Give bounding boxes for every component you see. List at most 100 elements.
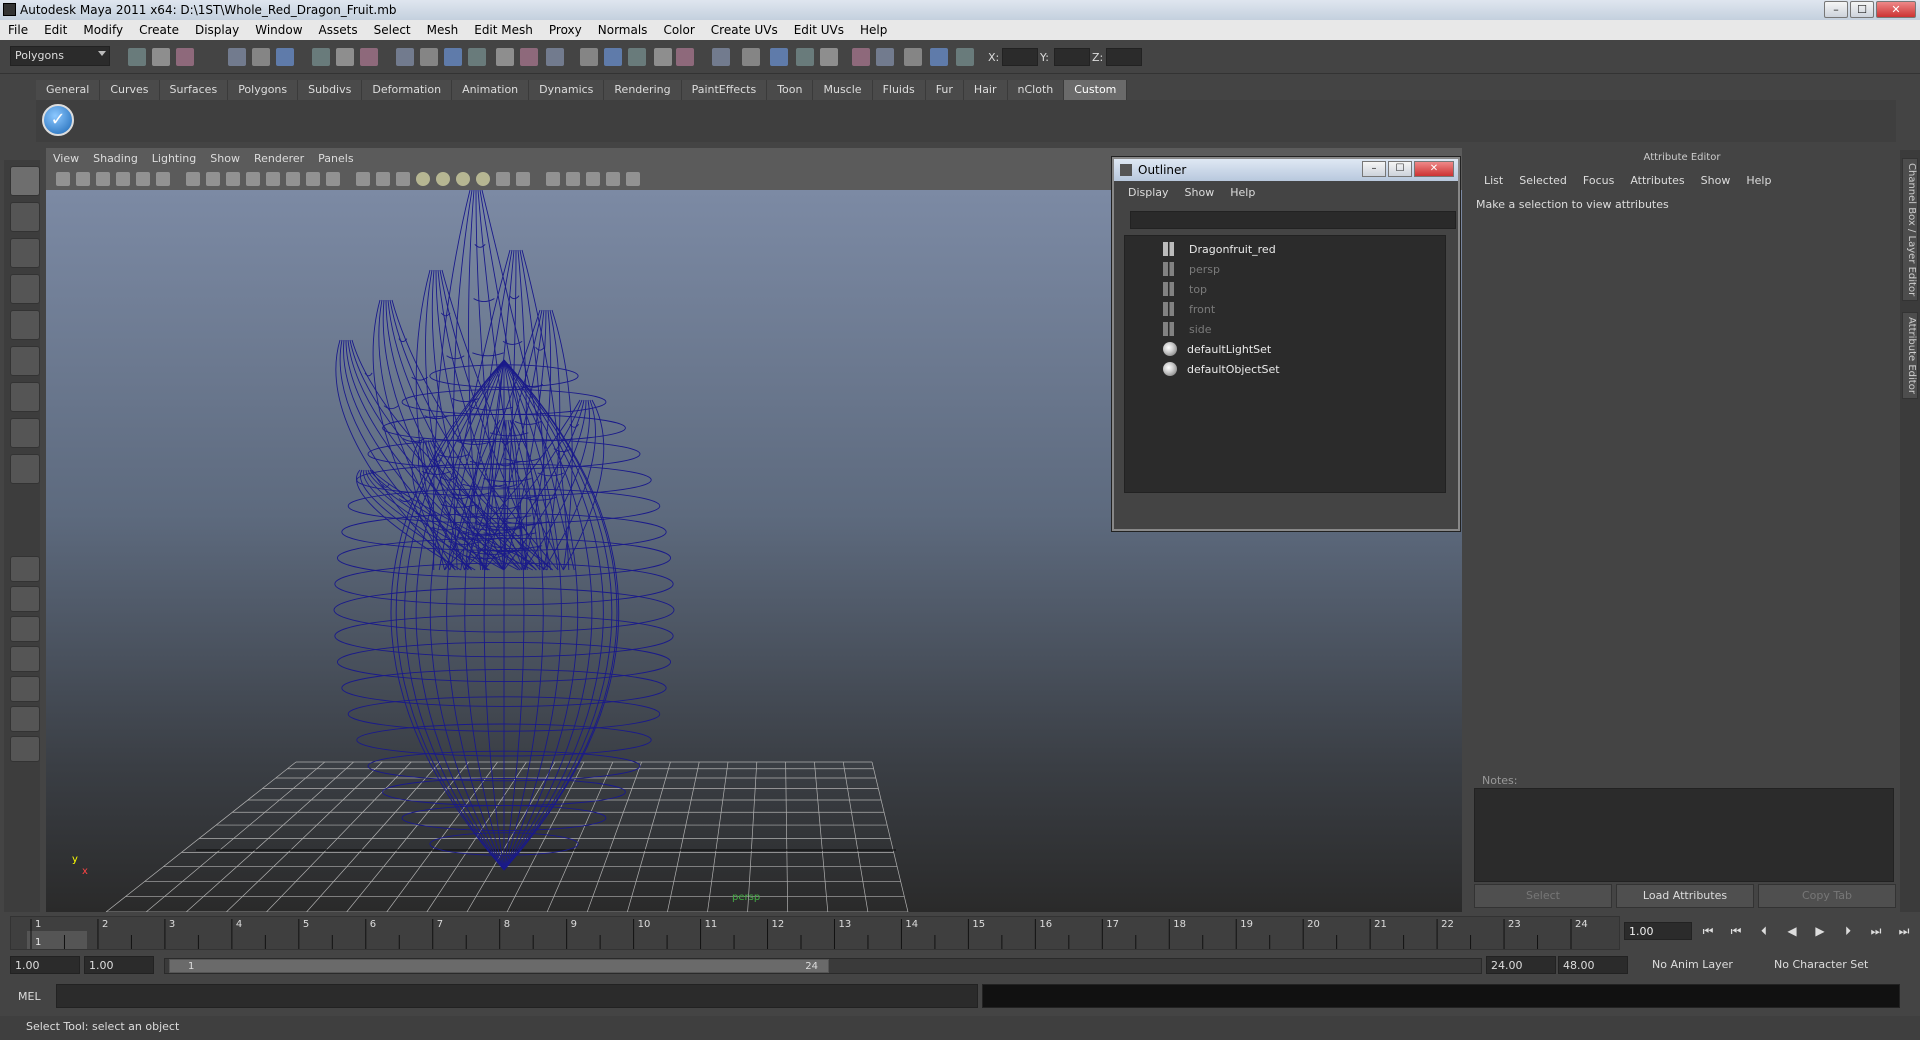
viewport-toolbar-icon[interactable] bbox=[266, 172, 280, 186]
viewport-toolbar-icon[interactable] bbox=[246, 172, 260, 186]
menu-file[interactable]: File bbox=[0, 23, 36, 37]
shelf-tab-fluids[interactable]: Fluids bbox=[872, 80, 926, 100]
last-tool-icon[interactable] bbox=[10, 454, 40, 484]
select-tool-icon[interactable] bbox=[10, 166, 40, 196]
menu-mesh[interactable]: Mesh bbox=[419, 23, 467, 37]
viewport-menu-lighting[interactable]: Lighting bbox=[145, 150, 203, 168]
attribute-editor-menu-focus[interactable]: Focus bbox=[1575, 174, 1622, 187]
status-tool-icon[interactable] bbox=[604, 48, 622, 66]
playback-end-field[interactable]: 24.00 bbox=[1486, 956, 1556, 974]
viewport-menu-view[interactable]: View bbox=[46, 150, 86, 168]
z-field[interactable] bbox=[1106, 48, 1142, 66]
menu-create-uvs[interactable]: Create UVs bbox=[703, 23, 786, 37]
status-tool-icon[interactable] bbox=[628, 48, 646, 66]
rotate-tool-icon[interactable] bbox=[10, 346, 40, 376]
outliner-maximize-button[interactable]: ☐ bbox=[1388, 161, 1412, 177]
status-tool-icon[interactable] bbox=[546, 48, 564, 66]
outliner-menu-show[interactable]: Show bbox=[1177, 186, 1223, 201]
outliner-item[interactable]: top bbox=[1163, 280, 1207, 298]
mel-label[interactable]: MEL bbox=[18, 990, 41, 1003]
go-to-end-icon[interactable]: ⏭ bbox=[1892, 924, 1916, 942]
viewport-toolbar-icon[interactable] bbox=[476, 172, 490, 186]
viewport-toolbar-icon[interactable] bbox=[606, 172, 620, 186]
copy-tab-button[interactable]: Copy Tab bbox=[1758, 884, 1896, 908]
status-tool-icon[interactable] bbox=[520, 48, 538, 66]
viewport-toolbar-icon[interactable] bbox=[206, 172, 220, 186]
select-button[interactable]: Select bbox=[1474, 884, 1612, 908]
hypershade-layout-icon[interactable] bbox=[10, 676, 40, 702]
status-tool-icon[interactable] bbox=[468, 48, 486, 66]
shelf-tab-dynamics[interactable]: Dynamics bbox=[529, 80, 605, 100]
viewport-toolbar-icon[interactable] bbox=[286, 172, 300, 186]
attribute-editor-menu-show[interactable]: Show bbox=[1693, 174, 1739, 187]
status-tool-icon[interactable] bbox=[580, 48, 598, 66]
attribute-editor-menu-attributes[interactable]: Attributes bbox=[1622, 174, 1692, 187]
move-tool-icon[interactable] bbox=[10, 310, 40, 340]
lasso-tool-icon[interactable] bbox=[10, 202, 40, 232]
viewport-toolbar-icon[interactable] bbox=[186, 172, 200, 186]
viewport-toolbar-icon[interactable] bbox=[356, 172, 370, 186]
status-tool-icon[interactable] bbox=[796, 48, 814, 66]
menu-assets[interactable]: Assets bbox=[311, 23, 366, 37]
current-time-field[interactable]: 1.00 bbox=[1624, 922, 1692, 940]
status-tool-icon[interactable] bbox=[770, 48, 788, 66]
shelf-tab-muscle[interactable]: Muscle bbox=[813, 80, 873, 100]
status-tool-icon[interactable] bbox=[128, 48, 146, 66]
viewport-toolbar-icon[interactable] bbox=[496, 172, 510, 186]
menu-edit-mesh[interactable]: Edit Mesh bbox=[466, 23, 541, 37]
viewport-toolbar-icon[interactable] bbox=[226, 172, 240, 186]
outliner-menu-display[interactable]: Display bbox=[1120, 186, 1177, 201]
status-tool-icon[interactable] bbox=[712, 48, 730, 66]
status-tool-icon[interactable] bbox=[876, 48, 894, 66]
viewport-toolbar-icon[interactable] bbox=[156, 172, 170, 186]
viewport-toolbar-icon[interactable] bbox=[306, 172, 320, 186]
shelf-tab-deformation[interactable]: Deformation bbox=[362, 80, 453, 100]
viewport-menu-renderer[interactable]: Renderer bbox=[247, 150, 311, 168]
shelf-tab-ncloth[interactable]: nCloth bbox=[1007, 80, 1065, 100]
render-layout-icon[interactable] bbox=[10, 736, 40, 762]
viewport-toolbar-icon[interactable] bbox=[326, 172, 340, 186]
close-button[interactable]: ✕ bbox=[1876, 1, 1916, 18]
outliner-minimize-button[interactable]: – bbox=[1362, 161, 1386, 177]
viewport-toolbar-icon[interactable] bbox=[136, 172, 150, 186]
time-slider[interactable]: 1 2 3 4 5 6 7 8 9 10 11 12 13 14 15 16 17 18 19 20 21 22 23 24 1 bbox=[10, 916, 1620, 950]
outliner-item[interactable]: defaultObjectSet bbox=[1163, 360, 1280, 378]
menu-select[interactable]: Select bbox=[366, 23, 419, 37]
shelf-tab-general[interactable]: General bbox=[36, 80, 101, 100]
viewport-toolbar-icon[interactable] bbox=[546, 172, 560, 186]
animation-start-field[interactable]: 1.00 bbox=[10, 956, 80, 974]
maximize-button[interactable]: ☐ bbox=[1850, 1, 1874, 18]
status-tool-icon[interactable] bbox=[820, 48, 838, 66]
y-field[interactable] bbox=[1054, 48, 1090, 66]
status-tool-icon[interactable] bbox=[312, 48, 330, 66]
viewport-toolbar-icon[interactable] bbox=[586, 172, 600, 186]
play-forwards-icon[interactable]: ▶ bbox=[1808, 924, 1832, 942]
menu-proxy[interactable]: Proxy bbox=[541, 23, 590, 37]
uv-layout-icon[interactable] bbox=[10, 706, 40, 732]
viewport-toolbar-icon[interactable] bbox=[76, 172, 90, 186]
menu-edit[interactable]: Edit bbox=[36, 23, 75, 37]
outliner-item[interactable]: Dragonfruit_red bbox=[1163, 240, 1276, 258]
menu-display[interactable]: Display bbox=[187, 23, 247, 37]
range-handle[interactable]: 1 24 bbox=[169, 959, 829, 973]
status-tool-icon[interactable] bbox=[336, 48, 354, 66]
anim-layer-dropdown[interactable]: No Anim Layer bbox=[1648, 956, 1754, 974]
outliner-layout-icon[interactable] bbox=[10, 616, 40, 642]
shelf-tab-painteffects[interactable]: PaintEffects bbox=[681, 80, 768, 100]
notes-field[interactable] bbox=[1474, 788, 1894, 882]
shelf-tab-custom[interactable]: Custom bbox=[1064, 80, 1128, 100]
viewport-toolbar-icon[interactable] bbox=[566, 172, 580, 186]
status-tool-icon[interactable] bbox=[396, 48, 414, 66]
status-tool-icon[interactable] bbox=[676, 48, 694, 66]
minimize-button[interactable]: – bbox=[1824, 1, 1848, 18]
outliner-item[interactable]: persp bbox=[1163, 260, 1220, 278]
shelf-tab-toon[interactable]: Toon bbox=[767, 80, 814, 100]
tab-channel-box[interactable]: Channel Box / Layer Editor bbox=[1902, 158, 1918, 302]
viewport-menu-show[interactable]: Show bbox=[203, 150, 247, 168]
status-tool-icon[interactable] bbox=[176, 48, 194, 66]
range-slider[interactable]: 1 24 bbox=[164, 958, 1482, 974]
shelf-tab-subdivs[interactable]: Subdivs bbox=[298, 80, 363, 100]
status-tool-icon[interactable] bbox=[904, 48, 922, 66]
status-tool-icon[interactable] bbox=[152, 48, 170, 66]
four-pane-layout-icon[interactable] bbox=[10, 586, 40, 612]
